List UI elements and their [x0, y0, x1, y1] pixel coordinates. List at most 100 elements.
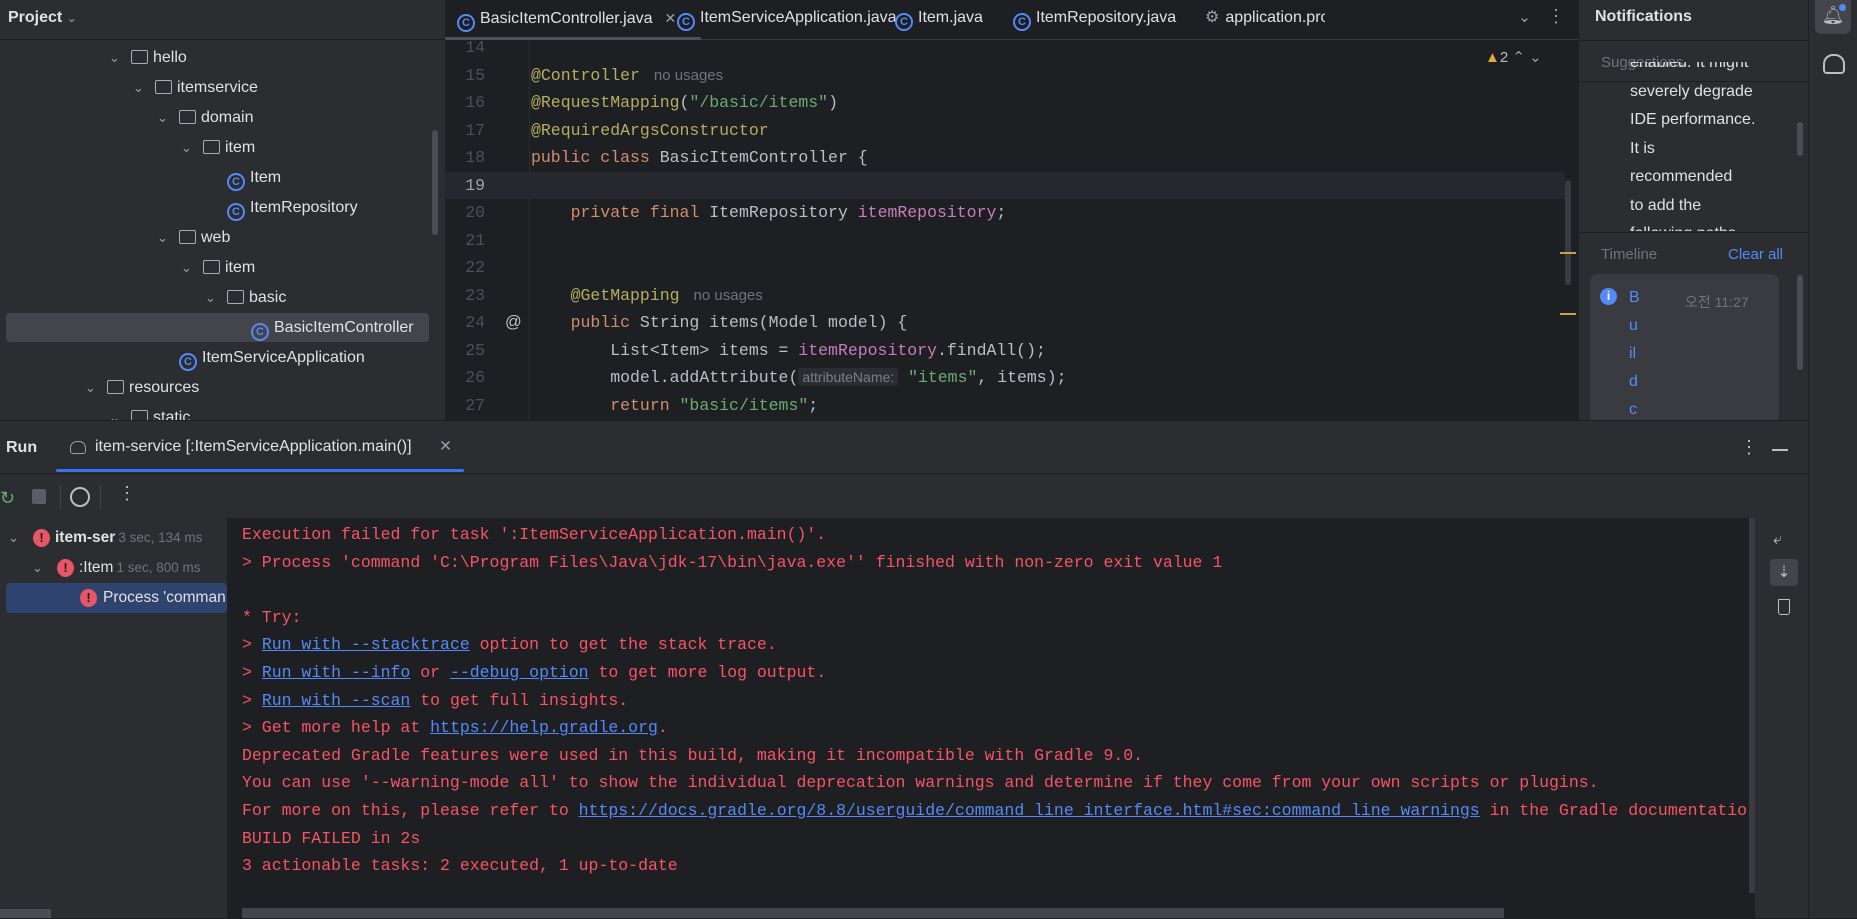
code-line: 27 return "basic/items"; — [445, 392, 1565, 420]
run-tree-item[interactable]: ⌄! item-ser 3 sec, 134 ms — [0, 523, 227, 553]
usages-hint[interactable]: no usages — [654, 67, 723, 84]
chevron-down-icon[interactable]: ⌄ — [109, 43, 131, 72]
console-link[interactable]: Run with --info — [262, 663, 411, 682]
tree-item[interactable]: ⌄ hello — [0, 43, 187, 72]
notifications-bell-icon[interactable]: 🔔︎ — [1815, 0, 1851, 34]
tabs-dropdown-icon[interactable]: ⌄ — [1518, 8, 1531, 27]
chevron-down-icon[interactable]: ⌄ — [32, 553, 43, 583]
class-icon: C — [227, 173, 245, 191]
error-icon: ! — [57, 559, 74, 577]
clear-all-link[interactable]: Clear all — [1728, 246, 1783, 263]
folder-icon — [179, 230, 196, 244]
code-token: @RequestMapping — [531, 93, 680, 112]
rerun-icon[interactable]: ↻ — [0, 488, 15, 509]
tree-item[interactable]: ⌄ basic — [0, 283, 286, 312]
run-tab[interactable]: item-service [:ItemServiceApplication.ma… — [56, 421, 464, 473]
chevron-down-icon[interactable]: ⌄ — [181, 253, 203, 282]
run-tree-hscrollbar[interactable] — [0, 909, 51, 918]
code-token: ; — [996, 203, 1007, 222]
chevron-down-icon[interactable]: ⌄ — [8, 523, 19, 553]
console-line: 3 actionable tasks: 2 executed, 1 up-to-… — [242, 852, 678, 880]
chevron-down-icon[interactable]: ⌄ — [205, 283, 227, 312]
minimize-icon[interactable] — [1772, 449, 1788, 451]
console-text: > — [242, 663, 262, 682]
line-number: 25 — [465, 340, 485, 360]
tree-item[interactable]: C ItemRepository — [0, 193, 358, 222]
console-link[interactable]: --debug option — [450, 663, 589, 682]
eye-icon[interactable] — [70, 487, 90, 507]
console-hscrollbar[interactable] — [242, 908, 1504, 918]
tree-scrollbar[interactable] — [432, 130, 438, 235]
code-line: 25 List<Item> items = itemRepository.fin… — [445, 337, 1565, 365]
timeline-scrollbar[interactable] — [1797, 275, 1803, 370]
close-tab-icon[interactable]: ✕ — [439, 437, 452, 456]
code-line: 17 @RequiredArgsConstructor — [445, 117, 1565, 145]
tree-item[interactable]: C ItemServiceApplication — [0, 343, 365, 372]
usages-hint[interactable]: no usages — [694, 287, 763, 304]
chevron-down-icon[interactable]: ⌄ — [157, 223, 179, 252]
folder-icon — [155, 80, 172, 94]
implements-marker-icon[interactable]: @ — [505, 309, 522, 337]
toolbar-more-icon[interactable]: ⋮ — [118, 483, 136, 504]
tree-item[interactable]: ⌄ itemservice — [0, 73, 258, 102]
tree-item[interactable]: C BasicItemController — [6, 313, 429, 342]
notification-card[interactable]: i Bu il d c 오전 11:27 — [1590, 274, 1779, 424]
tab-more-icon[interactable]: ⋮ — [1547, 6, 1565, 27]
run-title: Run — [6, 439, 38, 456]
clear-trash-icon[interactable] — [1778, 599, 1790, 615]
warning-mark[interactable] — [1560, 252, 1576, 254]
tree-item[interactable]: ⌄ domain — [0, 103, 253, 132]
suggestion-line: following paths — [1630, 225, 1736, 231]
console-text: Deprecated Gradle features were used in … — [242, 745, 1144, 765]
tree-item[interactable]: ⌄ web — [0, 223, 230, 252]
tree-item[interactable]: ⌄ resources — [0, 373, 199, 402]
console-text: For more on this, please refer to — [242, 801, 579, 820]
line-number: 24 — [465, 313, 485, 332]
notification-title[interactable]: Bu il d c — [1629, 286, 1640, 424]
tree-item[interactable]: ⌄ item — [0, 253, 255, 282]
run-tree-item[interactable]: ! Process 'comman — [6, 583, 227, 613]
console-text: to get full insights. — [410, 690, 629, 710]
close-tab-icon[interactable]: ✕ — [665, 10, 677, 26]
tree-item[interactable]: ⌄ item — [0, 133, 255, 162]
console-link[interactable]: Run with --scan — [262, 691, 411, 710]
run-tree-item[interactable]: ⌄!:Item 1 sec, 800 ms — [0, 553, 227, 583]
console-link[interactable]: https://help.gradle.org — [430, 718, 658, 737]
suggestions-scrollbar[interactable] — [1797, 122, 1803, 156]
line-number: 17 — [465, 120, 485, 140]
chevron-down-icon[interactable]: ⌄ — [85, 373, 107, 402]
project-header[interactable]: Project ⌄ — [0, 0, 445, 40]
tree-item[interactable]: C Item — [0, 163, 281, 192]
code-token: ; — [808, 395, 819, 415]
gradle-elephant-icon — [70, 441, 86, 454]
console-line: For more on this, please refer to https:… — [242, 797, 1747, 825]
chevron-down-icon[interactable]: ⌄ — [157, 103, 179, 132]
run-panel: Run item-service [:ItemServiceApplicatio… — [0, 420, 1808, 919]
folder-icon — [203, 140, 220, 154]
code-area[interactable]: 14 15 @Controller no usages 16 @RequestMappin… — [445, 34, 1565, 420]
code-token: model.addAttribute( — [531, 368, 799, 387]
code-token: "/basic/items" — [689, 93, 829, 112]
soft-wrap-icon[interactable]: ⤶ — [1773, 531, 1782, 549]
warning-mark[interactable] — [1560, 313, 1576, 315]
console-link[interactable]: https://docs.gradle.org/8.8/userguide/co… — [579, 801, 1480, 820]
chevron-down-icon: ⌄ — [66, 11, 77, 25]
code-token: ( — [679, 93, 690, 112]
console-text: . — [657, 718, 668, 738]
console-link[interactable]: Run with --stacktrace — [262, 635, 470, 654]
code-line: 14 — [445, 34, 1565, 62]
code-token: public — [531, 313, 640, 332]
scroll-to-end-icon[interactable]: ⇣ — [1770, 559, 1798, 586]
code-token: itemRepository — [857, 203, 997, 222]
editor-scrollbar[interactable] — [1565, 180, 1571, 285]
stop-icon[interactable] — [32, 489, 46, 504]
code-line: 23 @GetMapping no usages — [445, 282, 1565, 310]
console-text: You can use '--warning-mode all' to show… — [242, 773, 1599, 793]
code-token: @Controller — [531, 65, 640, 85]
console-vscrollbar[interactable] — [1749, 518, 1755, 893]
chevron-down-icon[interactable]: ⌄ — [133, 73, 155, 102]
run-more-icon[interactable]: ⋮ — [1740, 437, 1758, 458]
console-text: > — [242, 635, 262, 655]
gradle-elephant-icon[interactable] — [1823, 54, 1845, 74]
chevron-down-icon[interactable]: ⌄ — [181, 133, 203, 162]
